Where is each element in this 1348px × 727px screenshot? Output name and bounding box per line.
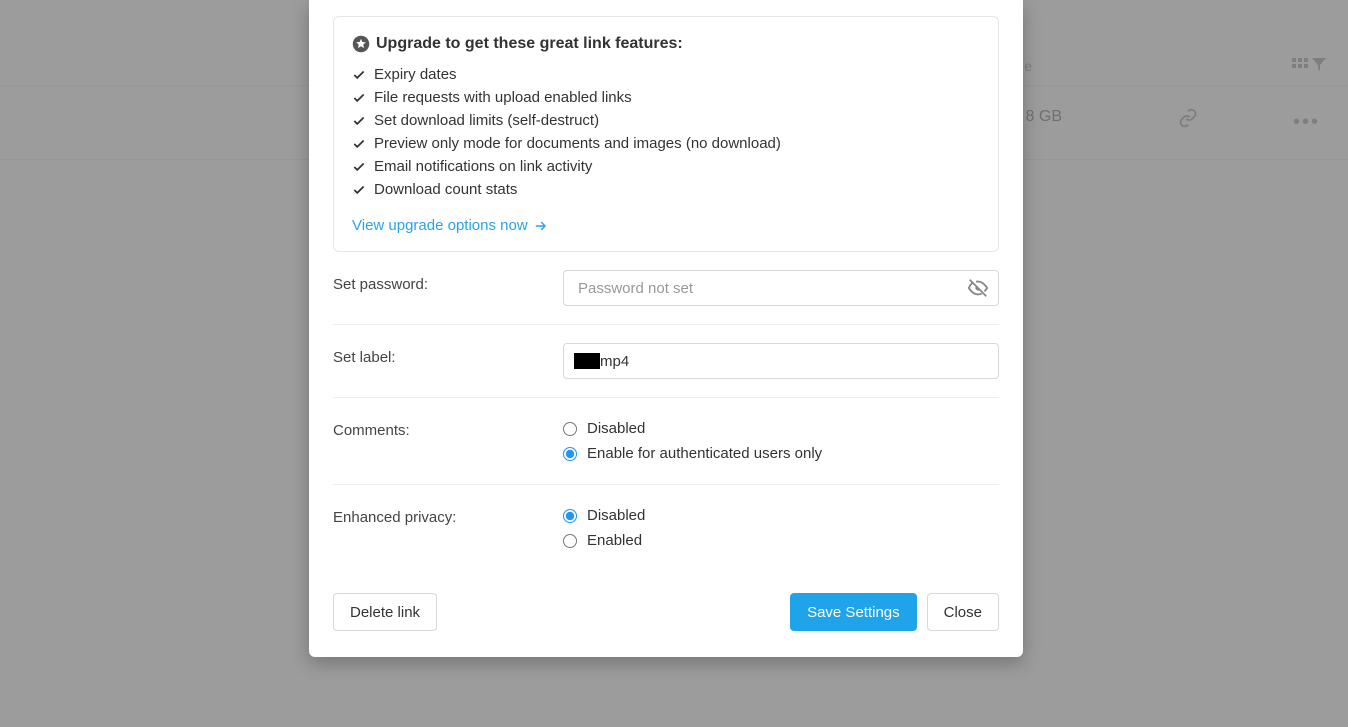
check-icon (352, 160, 366, 174)
privacy-enabled-option[interactable]: Enabled (563, 528, 999, 553)
label-label: Set label: (333, 343, 563, 379)
feature-item: Expiry dates (352, 63, 980, 86)
password-input[interactable] (563, 270, 999, 306)
privacy-enabled-radio[interactable] (563, 534, 577, 548)
delete-link-button[interactable]: Delete link (333, 593, 437, 631)
feature-item: Set download limits (self-destruct) (352, 109, 980, 132)
check-icon (352, 91, 366, 105)
link-settings-modal: Upgrade to get these great link features… (309, 0, 1023, 657)
password-section: Set password: (333, 252, 999, 325)
check-icon (352, 183, 366, 197)
modal-footer: Delete link Save Settings Close (333, 593, 999, 631)
label-input[interactable] (629, 353, 988, 370)
comments-disabled-radio[interactable] (563, 422, 577, 436)
check-icon (352, 68, 366, 82)
privacy-label: Enhanced privacy: (333, 503, 563, 553)
callout-title: Upgrade to get these great link features… (376, 35, 683, 53)
feature-item: File requests with upload enabled links (352, 86, 980, 109)
label-section: Set label: mp4 (333, 325, 999, 398)
feature-item: Preview only mode for documents and imag… (352, 132, 980, 155)
upgrade-link[interactable]: View upgrade options now (352, 217, 548, 234)
label-value-suffix: mp4 (600, 353, 629, 370)
close-button[interactable]: Close (927, 593, 999, 631)
comments-disabled-option[interactable]: Disabled (563, 416, 999, 441)
star-icon (352, 35, 370, 53)
upgrade-callout: Upgrade to get these great link features… (333, 16, 999, 252)
privacy-disabled-option[interactable]: Disabled (563, 503, 999, 528)
eye-off-icon[interactable] (967, 277, 989, 299)
privacy-disabled-radio[interactable] (563, 509, 577, 523)
redacted-text (574, 353, 600, 369)
comments-section: Comments: Disabled Enable for authentica… (333, 398, 999, 485)
password-label: Set password: (333, 270, 563, 306)
comments-auth-option[interactable]: Enable for authenticated users only (563, 441, 999, 466)
arrow-right-icon (534, 219, 548, 233)
feature-item: Download count stats (352, 178, 980, 201)
comments-label: Comments: (333, 416, 563, 466)
privacy-section: Enhanced privacy: Disabled Enabled (333, 485, 999, 571)
feature-list: Expiry dates File requests with upload e… (352, 63, 980, 201)
save-settings-button[interactable]: Save Settings (790, 593, 917, 631)
feature-item: Email notifications on link activity (352, 155, 980, 178)
check-icon (352, 114, 366, 128)
check-icon (352, 137, 366, 151)
comments-auth-radio[interactable] (563, 447, 577, 461)
